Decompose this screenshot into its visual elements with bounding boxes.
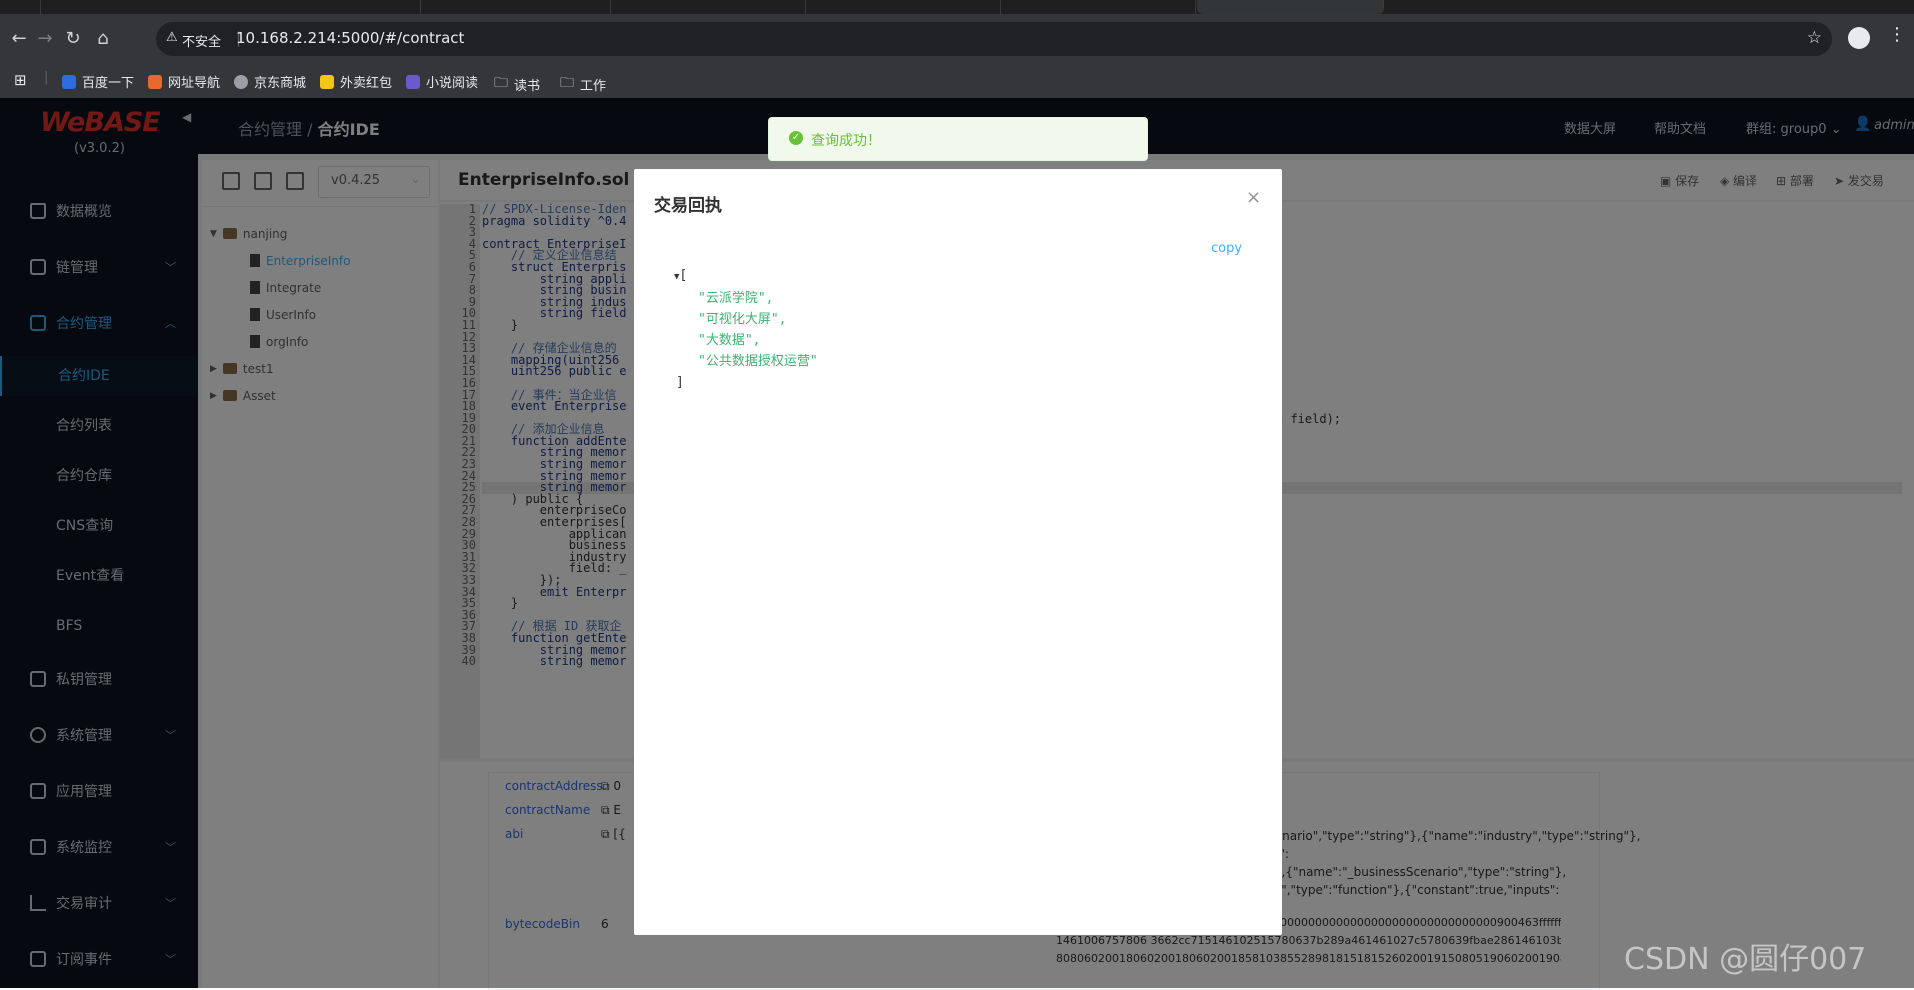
novel-icon [406, 74, 420, 89]
forward-icon[interactable]: → [32, 26, 58, 52]
bookmarks-bar: ⊞ | 百度一下 网址导航 京东商城 外卖红包 小说阅读 🗀 读书 🗀 工作 [0, 64, 1914, 99]
browser-tab-active[interactable] [1197, 0, 1384, 14]
json-open: ▼[ [674, 268, 688, 283]
bookmark-item[interactable]: 小说阅读 [406, 72, 478, 91]
json-item: "大数据", [698, 333, 761, 348]
folder-icon: 🗀 [494, 75, 508, 91]
receipt-dialog: 交易回执 × copy ▼[ "云派学院", "可视化大屏", "大数据", "… [634, 169, 1282, 935]
json-close: ] [676, 375, 684, 390]
browser-tab[interactable] [805, 0, 1001, 14]
bookmark-folder[interactable]: 🗀 读书 [494, 72, 540, 96]
browser-tab[interactable] [0, 0, 41, 14]
receipt-json: ▼[ "云派学院", "可视化大屏", "大数据", "公共数据授权运营" ] [674, 265, 818, 393]
globe-icon [234, 74, 248, 89]
success-toast: ✓ 查询成功！ [768, 117, 1148, 161]
json-item: "公共数据授权运营" [698, 354, 818, 369]
bookmark-divider: | [44, 70, 49, 85]
bookmark-item[interactable]: 京东商城 [234, 72, 306, 91]
takeout-icon [320, 74, 334, 89]
home-icon[interactable]: ⌂ [90, 26, 116, 52]
browser-toolbar: ← → ↻ ⌂ ⚠ 不安全 | 10.168.2.214:5000/#/cont… [0, 14, 1914, 64]
menu-icon[interactable]: ⋮ [1888, 24, 1906, 45]
address-bar[interactable]: ⚠ 不安全 | 10.168.2.214:5000/#/contract ☆ [156, 22, 1832, 56]
browser-tab-strip [0, 0, 1914, 14]
insecure-label: 不安全 [182, 35, 222, 50]
back-icon[interactable]: ← [6, 26, 32, 52]
reload-icon[interactable]: ↻ [60, 26, 86, 52]
apps-grid-icon[interactable]: ⊞ [14, 71, 27, 89]
copy-button[interactable]: copy [1211, 241, 1242, 256]
json-item: "云派学院", [698, 291, 774, 306]
browser-tab[interactable] [1000, 0, 1196, 14]
bookmark-folder[interactable]: 🗀 工作 [560, 72, 606, 96]
folder-icon: 🗀 [560, 75, 574, 91]
browser-tab[interactable] [420, 0, 611, 14]
profile-icon[interactable] [1848, 27, 1870, 49]
dialog-title: 交易回执 [654, 196, 722, 216]
toast-message: 查询成功！ [811, 133, 881, 149]
success-check-icon: ✓ [789, 131, 803, 145]
browser-tab[interactable] [610, 0, 806, 14]
bookmark-item[interactable]: 外卖红包 [320, 72, 392, 91]
baidu-icon [62, 74, 76, 89]
close-icon[interactable]: × [1246, 187, 1261, 208]
bookmark-item[interactable]: 百度一下 [62, 72, 134, 91]
star-icon[interactable]: ☆ [1807, 28, 1822, 48]
url-text: 10.168.2.214:5000/#/contract [236, 29, 465, 47]
warning-icon: ⚠ [166, 30, 178, 45]
bookmark-item[interactable]: 网址导航 [148, 72, 220, 91]
nav-site-icon [148, 74, 162, 89]
browser-tab[interactable] [40, 0, 421, 14]
json-item: "可视化大屏", [698, 312, 787, 327]
watermark: CSDN @圆仔007 [1624, 942, 1867, 977]
